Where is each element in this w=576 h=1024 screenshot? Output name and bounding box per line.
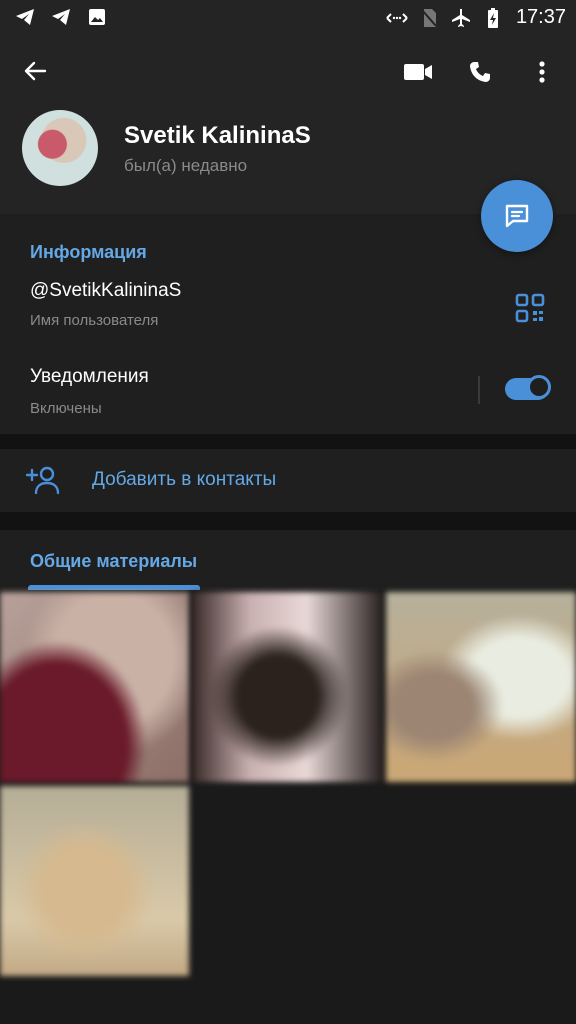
video-camera-icon: [404, 64, 432, 80]
notifications-label[interactable]: Уведомления: [30, 366, 149, 388]
telegram-notification-icon: [50, 6, 72, 28]
battery-charging-icon: [482, 7, 504, 29]
avatar[interactable]: [22, 110, 98, 186]
media-thumbnail[interactable]: [193, 592, 382, 782]
add-to-contacts-button[interactable]: Добавить в контакты: [0, 449, 576, 512]
add-person-icon: [26, 466, 60, 495]
send-message-button[interactable]: [481, 180, 553, 252]
back-button[interactable]: [18, 54, 52, 88]
toggle-knob: [527, 375, 551, 399]
no-sim-icon: [418, 7, 440, 29]
clock: 17:37: [515, 6, 566, 28]
username-value[interactable]: @SvetikKalininaS: [30, 280, 181, 302]
divider: [478, 376, 480, 404]
telegram-notification-icon: [14, 6, 36, 28]
qr-code-icon: [515, 293, 545, 323]
qr-code-button[interactable]: [514, 292, 546, 324]
section-divider: [0, 434, 576, 449]
airplane-icon: [450, 7, 472, 29]
notifications-toggle[interactable]: [505, 375, 551, 400]
data-transfer-icon: [386, 7, 408, 29]
arrow-left-icon: [24, 61, 47, 81]
video-call-button[interactable]: [394, 48, 442, 96]
media-thumbnail[interactable]: [0, 592, 189, 782]
last-seen-status: был(а) недавно: [124, 156, 248, 175]
more-menu-button[interactable]: [518, 48, 566, 96]
notifications-value: Включены: [30, 400, 102, 417]
profile-name: Svetik KalininaS: [124, 122, 311, 149]
more-vertical-icon: [539, 61, 545, 83]
media-thumbnail[interactable]: [386, 592, 576, 782]
info-section: Информация @SvetikKalininaS Имя пользова…: [0, 214, 576, 434]
image-notification-icon: [86, 6, 108, 28]
call-button[interactable]: [456, 48, 504, 96]
section-divider: [0, 512, 576, 530]
media-grid: [0, 590, 576, 1024]
media-thumbnail[interactable]: [0, 786, 189, 976]
status-bar: 17:37: [0, 0, 576, 34]
profile-header: Svetik KalininaS был(а) недавно: [0, 34, 576, 214]
shared-media-header: Общие материалы: [0, 530, 576, 590]
add-to-contacts-label: Добавить в контакты: [92, 469, 277, 490]
username-label: Имя пользователя: [30, 312, 159, 329]
chat-bubble-icon: [505, 204, 529, 228]
tab-shared-media[interactable]: Общие материалы: [30, 551, 197, 572]
info-section-title: Информация: [30, 242, 147, 262]
phone-icon: [470, 62, 490, 82]
